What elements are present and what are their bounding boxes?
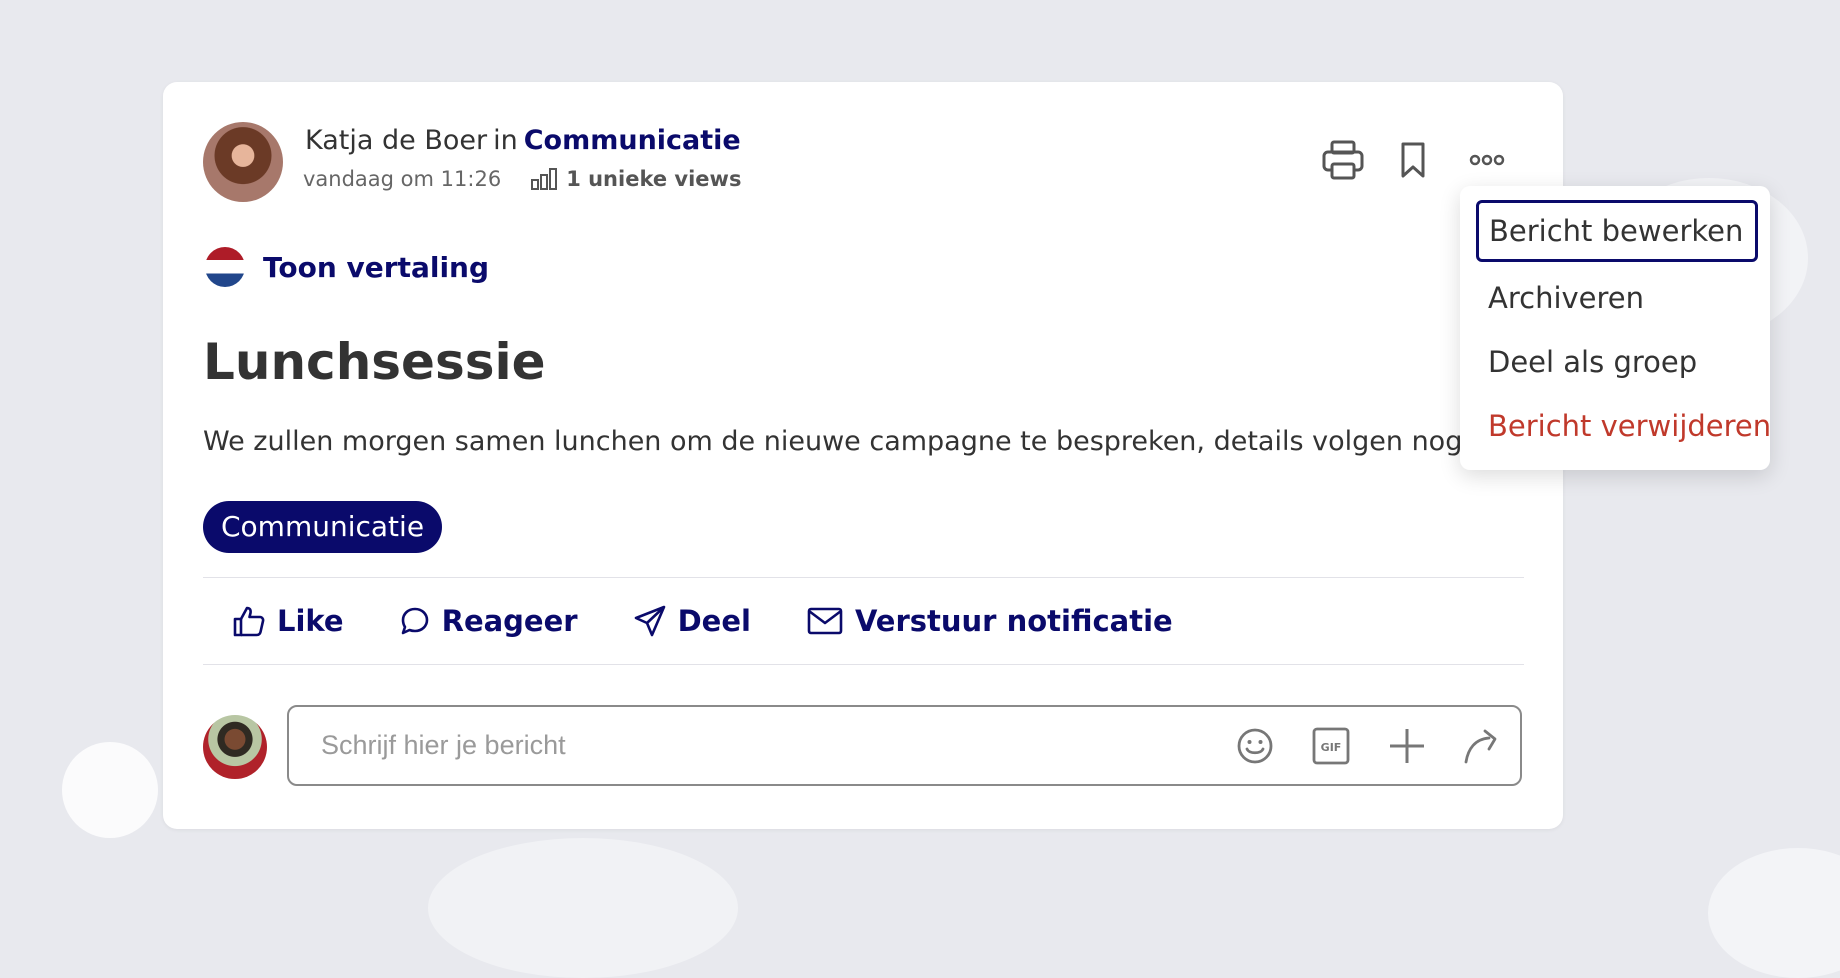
emoji-button[interactable] [1233,724,1277,768]
send-plane-icon [634,605,665,637]
send-button[interactable] [1461,724,1505,768]
group-link[interactable]: Communicatie [524,125,741,156]
translate-toggle[interactable]: Toon vertaling [205,247,489,287]
menu-item-delete[interactable]: Bericht verwijderen [1488,406,1771,446]
post-timestamp: vandaag om 11:26 [303,167,502,191]
like-button[interactable]: Like [233,604,344,638]
reply-label: Reageer [441,604,578,638]
menu-item-edit[interactable]: Bericht bewerken [1476,200,1758,262]
background-blob [62,742,158,838]
comment-composer: GIF [287,705,1522,786]
print-button[interactable] [1319,136,1367,184]
printer-icon [1322,140,1364,180]
post-meta: vandaag om 11:26 1 unieke views [303,165,741,193]
svg-text:GIF: GIF [1321,741,1342,754]
bookmark-icon [1401,142,1425,178]
translate-label: Toon vertaling [263,250,490,284]
background-blob [428,838,738,978]
author-avatar[interactable] [203,122,283,202]
divider [203,664,1524,665]
views-label: 1 unieke views [566,167,742,191]
speech-bubble-icon [401,607,428,635]
more-options-button[interactable] [1463,136,1511,184]
post-actions: Like Reageer Deel Verstuur notificatie [203,578,1199,664]
plus-icon [1390,729,1424,763]
like-label: Like [277,604,344,638]
post-author-line: Katja de Boer in Communicatie [305,124,741,158]
add-attachment-button[interactable] [1385,724,1429,768]
reply-button[interactable]: Reageer [400,604,578,638]
emoji-icon [1237,728,1273,764]
bar-chart-icon [531,168,558,190]
send-icon [1464,729,1497,764]
more-options-menu: Bericht bewerken Archiveren Deel als gro… [1460,186,1771,470]
notify-button[interactable]: Verstuur notificatie [807,604,1173,638]
in-label: in [493,125,518,156]
menu-item-share-as-group[interactable]: Deel als groep [1488,342,1697,382]
gif-icon: GIF [1312,727,1350,765]
author-name[interactable]: Katja de Boer [305,125,487,156]
share-button[interactable]: Deel [634,604,751,638]
comment-input[interactable] [319,729,1203,762]
dutch-flag-icon [205,247,245,287]
post-title: Lunchsessie [203,333,546,391]
views-count: 1 unieke views [531,165,741,193]
tag-chip[interactable]: Communicatie [203,501,443,553]
bookmark-button[interactable] [1389,136,1437,184]
share-label: Deel [677,604,751,638]
gif-button[interactable]: GIF [1309,724,1353,768]
current-user-avatar [203,715,267,779]
post-card: Katja de Boer in Communicatie vandaag om 1… [163,82,1563,829]
background-blob [1708,848,1840,978]
thumbs-up-icon [233,606,265,637]
envelope-icon [807,607,843,635]
menu-item-archive[interactable]: Archiveren [1488,278,1644,318]
post-body: We zullen morgen samen lunchen om de nie… [203,426,1471,457]
notify-label: Verstuur notificatie [854,604,1173,638]
more-options-icon [1469,154,1505,166]
